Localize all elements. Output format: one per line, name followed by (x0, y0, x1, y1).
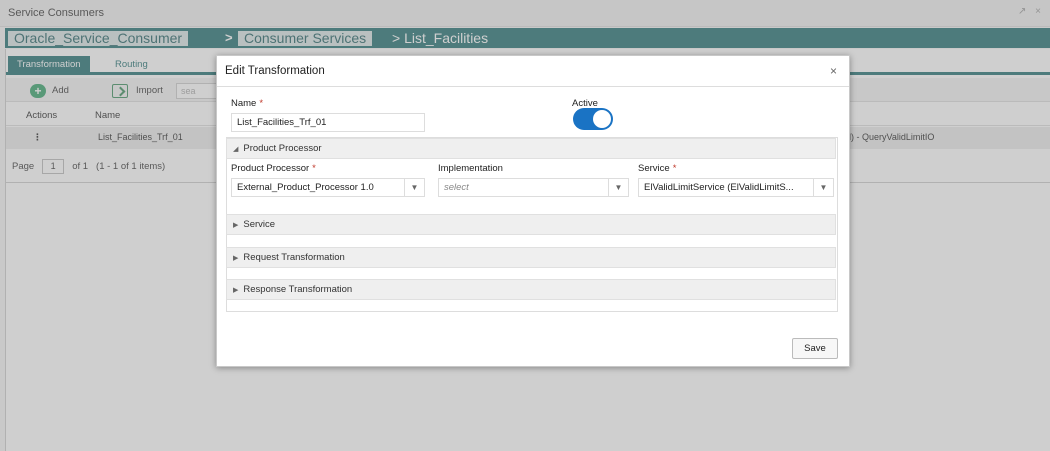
chevron-down-icon: ▼ (404, 179, 424, 196)
close-icon[interactable]: × (830, 64, 837, 78)
required-mark: * (259, 98, 264, 109)
chevron-down-icon: ▼ (813, 179, 833, 196)
collapse-triangle-icon: ◢ (233, 146, 239, 153)
service-accordion[interactable]: ▶ Service (226, 214, 836, 235)
response-transformation-accordion[interactable]: ▶ Response Transformation (226, 279, 836, 300)
expand-triangle-icon: ▶ (233, 222, 239, 229)
implementation-placeholder: select (444, 182, 469, 193)
implementation-select[interactable]: select ▼ (438, 178, 629, 197)
edit-transformation-dialog: Edit Transformation × Name * List_Facilit… (216, 55, 850, 367)
product-processor-value: External_Product_Processor 1.0 (237, 182, 374, 193)
product-processor-accordion[interactable]: ◢ Product Processor (226, 138, 836, 159)
required-mark: * (312, 163, 316, 174)
name-label: Name * (231, 98, 263, 109)
response-transformation-label: Response Transformation (243, 284, 353, 295)
active-toggle[interactable] (573, 108, 613, 130)
service-accordion-label: Service (243, 219, 276, 230)
product-processor-select[interactable]: External_Product_Processor 1.0 ▼ (231, 178, 425, 197)
expand-triangle-icon: ▶ (233, 287, 239, 294)
dialog-header: Edit Transformation × (217, 56, 849, 87)
expand-triangle-icon: ▶ (233, 255, 239, 262)
service-label-text: Service (638, 163, 670, 174)
service-select[interactable]: ElValidLimitService (ElValidLimitS... ▼ (638, 178, 834, 197)
product-processor-label: Product Processor * (231, 163, 316, 174)
service-value: ElValidLimitService (ElValidLimitS... (644, 182, 794, 193)
service-label: Service * (638, 163, 676, 174)
request-transformation-accordion[interactable]: ▶ Request Transformation (226, 247, 836, 268)
name-field[interactable]: List_Facilities_Trf_01 (231, 113, 425, 132)
dialog-title: Edit Transformation (225, 65, 325, 77)
save-button[interactable]: Save (792, 338, 838, 359)
required-mark: * (672, 163, 677, 174)
request-transformation-label: Request Transformation (243, 252, 345, 263)
name-label-text: Name (231, 98, 257, 109)
product-processor-label-text: Product Processor (231, 163, 310, 174)
chevron-down-icon: ▼ (608, 179, 628, 196)
implementation-label: Implementation (438, 163, 503, 174)
toggle-knob (593, 110, 611, 128)
product-processor-section-label: Product Processor (243, 143, 322, 154)
